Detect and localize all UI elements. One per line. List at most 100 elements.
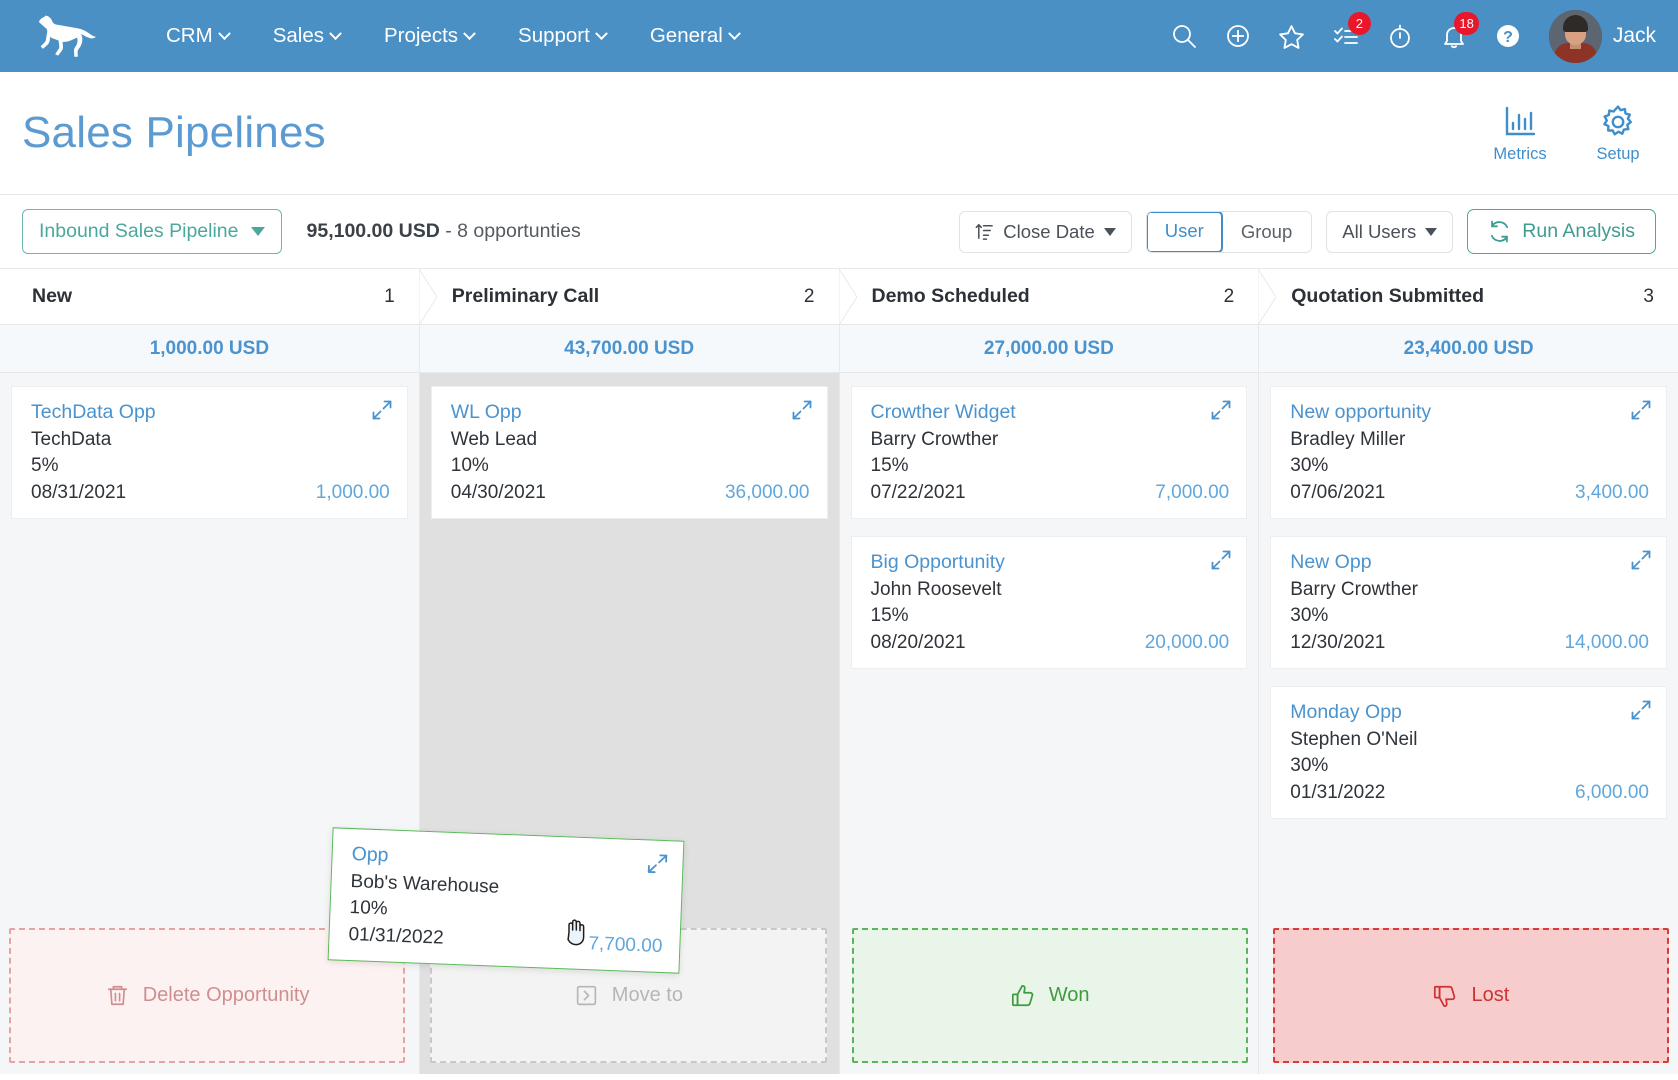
setup-label: Setup xyxy=(1596,144,1640,163)
expand-icon[interactable] xyxy=(1630,399,1652,421)
column-count: 1 xyxy=(384,285,395,307)
search-icon[interactable] xyxy=(1157,9,1211,63)
card-title[interactable]: Monday Opp xyxy=(1290,701,1649,724)
notifications-badge: 18 xyxy=(1454,12,1479,35)
column-header-new[interactable]: New 1 xyxy=(0,269,437,325)
column-header-preliminary-call[interactable]: Preliminary Call 2 xyxy=(419,269,857,325)
help-icon[interactable]: ? xyxy=(1481,9,1535,63)
column-name: Demo Scheduled xyxy=(871,285,1030,307)
chevron-down-icon xyxy=(594,26,608,40)
card-title[interactable]: TechData Opp xyxy=(31,401,390,424)
timer-icon[interactable] xyxy=(1373,9,1427,63)
view-toggle-group[interactable]: Group xyxy=(1221,211,1312,252)
nav-menu-general-label: General xyxy=(649,24,723,47)
dragging-opportunity-card[interactable]: Opp Bob's Warehouse 10% 01/31/2022 7,700… xyxy=(327,827,685,974)
card-title[interactable]: Big Opportunity xyxy=(871,551,1230,574)
card-footer: 08/20/2021 20,000.00 xyxy=(871,632,1230,654)
chevron-down-icon xyxy=(463,26,476,40)
app-logo[interactable] xyxy=(30,13,122,59)
dropzone-won[interactable]: Won xyxy=(851,928,1248,1063)
column-total-demo-scheduled: 27,000.00 USD xyxy=(839,325,1259,373)
expand-icon[interactable] xyxy=(371,399,393,421)
opportunity-card[interactable]: New Opp Barry Crowther 30% 12/30/2021 14… xyxy=(1270,536,1667,669)
nav-menu-support[interactable]: Support xyxy=(496,16,628,56)
card-probability: 30% xyxy=(1290,605,1329,626)
card-title[interactable]: New Opp xyxy=(1290,551,1649,574)
pipeline-summary-count: - 8 opportunties xyxy=(439,220,581,242)
caret-down-icon xyxy=(1425,227,1438,236)
metrics-button[interactable]: Metrics xyxy=(1488,103,1552,164)
column-count: 3 xyxy=(1643,285,1654,307)
card-probability: 5% xyxy=(31,455,59,476)
page-header: Sales Pipelines Metrics Setup xyxy=(0,72,1678,194)
card-close-date: 07/06/2021 xyxy=(1290,482,1386,503)
card-title[interactable]: Crowther Widget xyxy=(871,401,1230,424)
card-contact: Barry Crowther xyxy=(1290,579,1418,600)
add-circle-icon[interactable] xyxy=(1211,9,1265,63)
expand-icon[interactable] xyxy=(1210,399,1232,421)
nav-menu-projects-label: Projects xyxy=(383,24,459,47)
tasks-checklist-icon[interactable]: 2 xyxy=(1319,9,1373,63)
card-probability: 10% xyxy=(450,455,489,476)
column-header-quotation-submitted[interactable]: Quotation Submitted 3 xyxy=(1259,269,1678,325)
opportunity-card[interactable]: WL Opp Web Lead 10% 04/30/2021 36,000.00 xyxy=(430,386,828,519)
card-footer: 07/06/2021 3,400.00 xyxy=(1290,482,1649,504)
caret-down-icon xyxy=(250,227,265,236)
chevron-down-icon xyxy=(217,26,231,40)
user-filter-button[interactable]: All Users xyxy=(1326,210,1454,253)
nav-menu-sales[interactable]: Sales xyxy=(251,16,362,56)
card-footer: 08/31/2021 1,000.00 xyxy=(31,482,390,504)
setup-button[interactable]: Setup xyxy=(1586,103,1650,164)
dropzone-lost[interactable]: Lost xyxy=(1272,928,1669,1063)
nav-menu-projects[interactable]: Projects xyxy=(362,16,496,56)
card-probability: 30% xyxy=(1290,755,1329,776)
dropzone-lost-label: Lost xyxy=(1471,984,1510,1006)
avatar[interactable] xyxy=(1548,9,1602,63)
card-title[interactable]: New opportunity xyxy=(1290,401,1649,424)
column-name: Preliminary Call xyxy=(451,285,600,307)
thumbs-up-icon xyxy=(1011,984,1034,1006)
username-label[interactable]: Jack xyxy=(1613,24,1656,48)
pipeline-selector[interactable]: Inbound Sales Pipeline xyxy=(22,209,282,254)
caret-down-icon xyxy=(1103,227,1116,236)
expand-icon[interactable] xyxy=(791,399,813,421)
page-header-actions: Metrics Setup xyxy=(1488,103,1650,164)
card-title[interactable]: WL Opp xyxy=(451,401,810,424)
opportunity-card[interactable]: New opportunity Bradley Miller 30% 07/06… xyxy=(1270,386,1667,519)
expand-icon[interactable] xyxy=(646,852,669,875)
nav-menu-crm-label: CRM xyxy=(166,24,213,47)
refresh-icon xyxy=(1491,220,1509,243)
column-header-demo-scheduled[interactable]: Demo Scheduled 2 xyxy=(839,269,1277,325)
expand-icon[interactable] xyxy=(1630,549,1652,571)
opportunity-card[interactable]: TechData Opp TechData 5% 08/31/2021 1,00… xyxy=(11,386,408,519)
move-to-icon xyxy=(576,985,596,1006)
notifications-bell-icon[interactable]: 18 xyxy=(1427,9,1481,63)
drop-zones: Delete Opportunity Move to Won Lost xyxy=(0,928,1678,1074)
pipeline-board: New 1 1,000.00 USD TechData Opp TechData… xyxy=(0,268,1678,1074)
sort-by-button[interactable]: Close Date xyxy=(959,210,1132,253)
card-amount: 20,000.00 xyxy=(1144,632,1230,653)
card-contact: Stephen O'Neil xyxy=(1290,729,1418,750)
column-count: 2 xyxy=(803,285,815,307)
card-close-date: 08/31/2021 xyxy=(31,482,127,503)
card-contact: Bradley Miller xyxy=(1290,429,1406,450)
opportunity-card[interactable]: Monday Opp Stephen O'Neil 30% 01/31/2022… xyxy=(1270,686,1667,819)
opportunity-card[interactable]: Crowther Widget Barry Crowther 15% 07/22… xyxy=(850,386,1248,519)
star-icon[interactable] xyxy=(1265,9,1319,63)
card-footer: 01/31/2022 6,000.00 xyxy=(1290,782,1649,804)
nav-menu-general[interactable]: General xyxy=(628,16,761,56)
view-toggle-user[interactable]: User xyxy=(1146,211,1223,252)
card-amount: 7,000.00 xyxy=(1155,482,1230,503)
expand-icon[interactable] xyxy=(1210,549,1232,571)
card-footer: 07/22/2021 7,000.00 xyxy=(871,482,1230,504)
user-filter-label: All Users xyxy=(1342,220,1417,242)
pipeline-selector-label: Inbound Sales Pipeline xyxy=(39,220,239,242)
card-close-date: 01/31/2022 xyxy=(348,923,445,949)
card-close-date: 01/31/2022 xyxy=(1290,782,1386,803)
expand-icon[interactable] xyxy=(1630,699,1652,721)
card-amount: 6,000.00 xyxy=(1575,782,1649,803)
card-footer: 12/30/2021 14,000.00 xyxy=(1290,632,1649,654)
opportunity-card[interactable]: Big Opportunity John Roosevelt 15% 08/20… xyxy=(850,536,1248,669)
nav-menu-crm[interactable]: CRM xyxy=(144,16,251,56)
run-analysis-button[interactable]: Run Analysis xyxy=(1467,209,1656,254)
